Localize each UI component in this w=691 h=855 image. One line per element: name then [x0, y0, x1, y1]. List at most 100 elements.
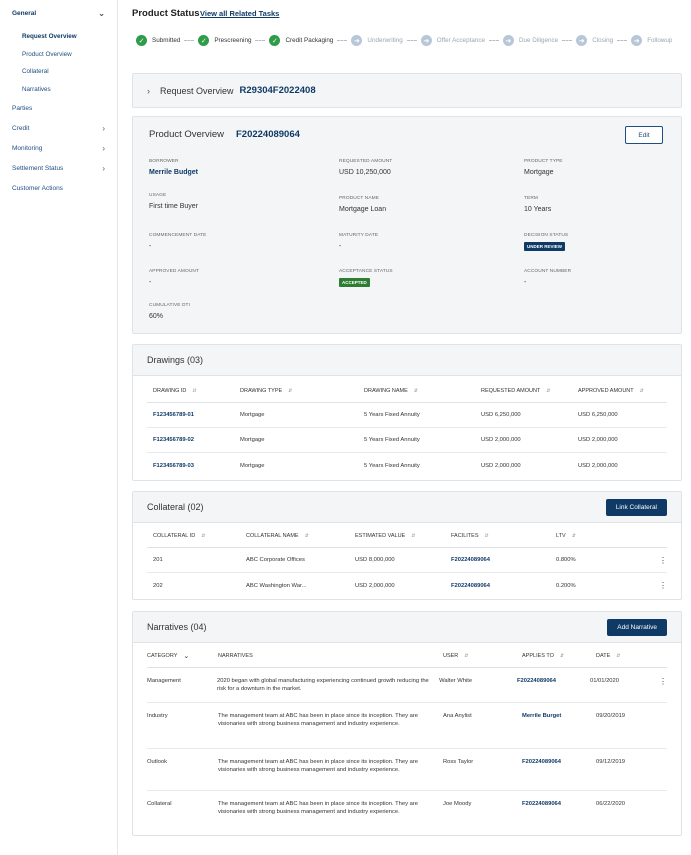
chevron-right-icon: ›	[102, 143, 105, 153]
narratives-card: Narratives (04) Add Narrative CATEGORY ⌄ …	[132, 611, 682, 836]
chevron-down-icon: ⌄	[98, 8, 105, 18]
check-icon: ✓	[269, 35, 281, 46]
collateral-table-header: COLLATERAL ID ⇵ COLLATERAL NAME ⇵ ESTIMATE…	[147, 525, 667, 548]
applies-to-link[interactable]: F20224089064	[522, 758, 596, 766]
applies-to-link[interactable]: Merrile Burget	[522, 712, 596, 720]
borrower-link[interactable]: Merrile Budget	[149, 169, 198, 176]
table-row: F123456789-03 Mortgage 5 Years Fixed Ann…	[147, 453, 667, 478]
more-options-icon[interactable]: ⋮	[659, 581, 667, 590]
table-row: Collateral The management team at ABC ha…	[147, 800, 626, 816]
field-approved-amount: APPROVED AMOUNT -	[149, 269, 200, 286]
sort-icon: ⇵	[304, 533, 309, 539]
sidebar-item-label: General	[12, 9, 37, 17]
sidebar-item-request-overview[interactable]: Request Overview	[0, 28, 117, 46]
sort-icon: ⇵	[639, 388, 644, 394]
col-requested-amount[interactable]: REQUESTED AMOUNT ⇵	[481, 388, 578, 394]
field-commencement-date: COMMENCEMENT DATE -	[149, 233, 207, 250]
view-related-tasks-link[interactable]: View all Related Tasks	[200, 9, 279, 18]
field-product-name: PRODUCT NAME Mortgage Loan	[339, 196, 387, 213]
add-narrative-button[interactable]: Add Narrative	[607, 618, 667, 636]
sidebar-item-collateral[interactable]: Collateral	[0, 63, 117, 81]
col-estimated-value[interactable]: ESTIMATED VALUE ⇵	[355, 533, 451, 539]
col-date[interactable]: DATE ⇵	[596, 653, 620, 659]
col-drawing-id[interactable]: DRAWING ID ⇵	[147, 388, 240, 394]
field-acceptance-status: ACCEPTANCE STATUS ACCEPTED	[339, 269, 393, 287]
field-borrower: BORROWER Merrile Budget	[149, 159, 199, 176]
table-row: 202 ABC Washington War... USD 2,000,000 …	[153, 581, 667, 590]
step-offer-acceptance: ➜ Offer Acceptance	[420, 35, 485, 46]
col-ltv[interactable]: LTV ⇵	[556, 533, 576, 539]
narratives-table-header: CATEGORY ⌄ NARRATIVES USER ⇵ APPLIES TO ⇵ D…	[147, 645, 667, 668]
sort-icon: ⇵	[559, 653, 565, 659]
col-collateral-id[interactable]: COLLATERAL ID ⇵	[147, 533, 246, 539]
col-user[interactable]: USER ⇵	[443, 653, 522, 659]
drawing-id-link[interactable]: F123456789-03	[147, 463, 240, 469]
product-overview-label: Product Overview	[149, 129, 224, 140]
sidebar-item-narratives[interactable]: Narratives	[0, 81, 117, 99]
sidebar-item-product-overview[interactable]: Product Overview	[0, 46, 117, 64]
arrow-right-icon: ➜	[420, 35, 432, 46]
sort-icon: ⇵	[484, 533, 489, 539]
collateral-card: Collateral (02) Link Collateral COLLATER…	[132, 491, 682, 600]
step-submitted: ✓ Submitted	[136, 35, 180, 46]
check-icon: ✓	[198, 35, 210, 46]
product-id: F20224089064	[235, 129, 300, 140]
table-row: F123456789-01 Mortgage 5 Years Fixed Ann…	[147, 403, 667, 428]
request-id: R29304F2022408	[239, 85, 316, 96]
product-overview-title: Product Overview F20224089064	[149, 129, 300, 140]
field-decision-status: DECISION STATUS UNDER REVIEW	[524, 233, 569, 251]
sidebar: General ⌄ Request Overview Product Overv…	[0, 0, 118, 855]
field-term: TERM 10 Years	[524, 196, 552, 213]
step-credit-packaging: ✓ Credit Packaging	[269, 35, 333, 46]
sort-icon: ⇵	[192, 388, 197, 394]
more-options-icon[interactable]: ⋮	[659, 556, 667, 565]
table-row: Management 2020 began with global manufa…	[147, 668, 667, 703]
chevron-right-icon: ›	[102, 123, 105, 133]
sort-icon: ⇵	[413, 388, 418, 394]
field-cumulative-dti: CUMULATIVE DTI 60%	[149, 303, 191, 320]
more-options-icon[interactable]: ⋮	[659, 677, 667, 686]
sort-icon: ⇵	[464, 653, 469, 659]
step-followup: ➜ Followup	[631, 35, 672, 46]
col-applies-to[interactable]: APPLIES TO ⇵	[522, 653, 596, 659]
link-collateral-button[interactable]: Link Collateral	[605, 498, 667, 516]
sidebar-item-credit[interactable]: Credit ›	[0, 118, 117, 138]
drawings-table-header: DRAWING ID ⇵ DRAWING TYPE ⇵ DRAWING NAME ⇵ …	[147, 380, 667, 403]
request-overview-card[interactable]: › Request Overview R29304F2022408	[132, 73, 682, 108]
drawing-id-link[interactable]: F123456789-01	[147, 412, 240, 418]
edit-button[interactable]: Edit	[625, 126, 663, 144]
col-category[interactable]: CATEGORY ⌄	[147, 652, 218, 660]
step-due-diligence: ➜ Due Diligence	[502, 35, 558, 46]
arrow-right-icon: ➜	[576, 35, 588, 46]
sort-icon: ⇵	[201, 533, 206, 539]
sidebar-item-label: Monitoring	[12, 144, 43, 152]
arrow-right-icon: ➜	[502, 35, 514, 46]
sort-icon: ⇵	[571, 533, 576, 539]
facility-link[interactable]: F20224089064	[451, 583, 556, 589]
sidebar-item-customer-actions[interactable]: Customer Actions	[0, 178, 117, 198]
request-overview-label: Request Overview	[160, 85, 234, 96]
applies-to-link[interactable]: F20224089064	[522, 800, 596, 808]
col-drawing-type[interactable]: DRAWING TYPE ⇵	[240, 388, 364, 394]
step-prescreening: ✓ Prescreening	[198, 35, 251, 46]
sidebar-item-parties[interactable]: Parties	[0, 98, 117, 118]
col-drawing-name[interactable]: DRAWING NAME ⇵	[364, 388, 481, 394]
col-collateral-name[interactable]: COLLATERAL NAME ⇵	[246, 533, 355, 539]
col-approved-amount[interactable]: APPROVED AMOUNT ⇵	[578, 388, 644, 394]
sidebar-item-general[interactable]: General ⌄	[0, 3, 117, 23]
step-underwriting: ➜ Underwriting	[351, 35, 403, 46]
sidebar-item-monitoring[interactable]: Monitoring ›	[0, 138, 117, 158]
sidebar-item-label: Customer Actions	[12, 184, 63, 192]
facility-link[interactable]: F20224089064	[451, 557, 556, 563]
sidebar-item-settlement[interactable]: Settlement Status ›	[0, 158, 117, 178]
sort-icon: ⇵	[546, 388, 551, 394]
step-closing: ➜ Closing	[576, 35, 613, 46]
chevron-right-icon[interactable]: ›	[147, 86, 150, 96]
col-facilities[interactable]: FACILITES ⇵	[451, 533, 556, 539]
applies-to-link[interactable]: F20224089064	[517, 677, 590, 685]
chevron-right-icon: ›	[102, 163, 105, 173]
arrow-right-icon: ➜	[631, 35, 643, 46]
status-stepper: ✓ Submitted ✓ Prescreening ✓ Credit Packagi…	[136, 35, 672, 46]
drawing-id-link[interactable]: F123456789-02	[147, 437, 240, 443]
sidebar-item-label: Credit	[12, 124, 30, 132]
